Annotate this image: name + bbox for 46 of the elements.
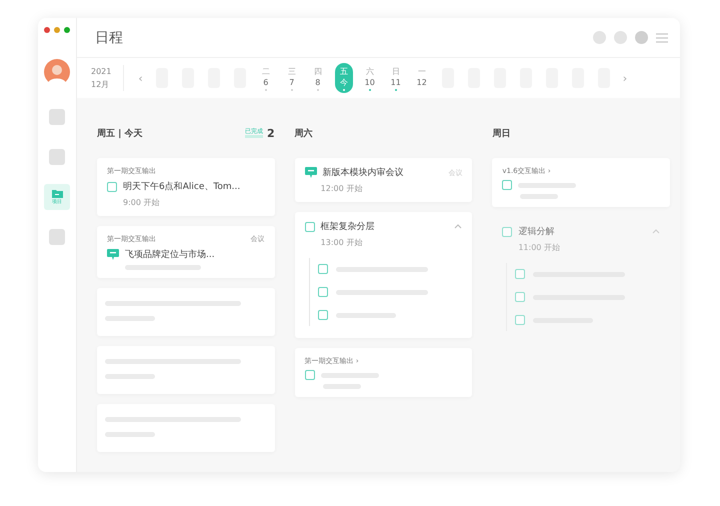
checkbox[interactable] bbox=[304, 222, 315, 232]
sidebar-item[interactable] bbox=[49, 229, 65, 245]
column-title: 周日 bbox=[492, 128, 510, 140]
start-time: 9:00 开始 bbox=[122, 197, 161, 208]
month-label: 12月 bbox=[91, 79, 110, 91]
done-count: 2 bbox=[267, 126, 275, 140]
toolbar-button[interactable] bbox=[614, 31, 627, 44]
start-time: 13:00 开始 bbox=[320, 237, 364, 248]
start-time: 11:00 开始 bbox=[517, 242, 561, 253]
checkbox[interactable] bbox=[318, 264, 328, 274]
chat-icon bbox=[107, 249, 119, 260]
avatar-icon bbox=[44, 59, 70, 85]
date-item[interactable]: 四 8 bbox=[308, 63, 327, 93]
date-item[interactable]: 三 7 bbox=[282, 63, 301, 93]
start-time: 12:00 开始 bbox=[320, 183, 364, 194]
window-title: 日程 bbox=[95, 28, 123, 46]
menu-icon bbox=[656, 32, 668, 42]
checkbox[interactable] bbox=[318, 287, 328, 297]
checkbox[interactable] bbox=[304, 370, 315, 380]
folder-icon bbox=[52, 189, 62, 198]
date-item[interactable]: 六 10 bbox=[360, 63, 379, 93]
checkbox[interactable] bbox=[502, 180, 512, 190]
toolbar-button[interactable] bbox=[593, 31, 606, 44]
meeting-title: 飞项品牌定位与市场... bbox=[125, 248, 215, 261]
toolbar-button[interactable] bbox=[635, 31, 648, 44]
task-card[interactable]: 逻辑分解 11:00 开始 bbox=[492, 217, 670, 343]
task-title: 明天下午6点和Alice、Tom... bbox=[123, 180, 240, 193]
date-item[interactable]: 日 11 bbox=[386, 63, 405, 93]
task-card[interactable]: 框架复杂分层 13:00 开始 bbox=[294, 212, 472, 338]
sidebar-item[interactable] bbox=[49, 149, 65, 165]
checkbox[interactable] bbox=[107, 182, 117, 192]
column-title: 周五 | 今天 bbox=[97, 128, 143, 140]
checkbox[interactable] bbox=[515, 315, 526, 325]
sidebar-item[interactable] bbox=[49, 109, 65, 125]
task-title: 逻辑分解 bbox=[518, 226, 556, 238]
task-title: 框架复杂分层 bbox=[320, 220, 376, 233]
checkbox[interactable] bbox=[318, 310, 328, 320]
checkbox[interactable] bbox=[502, 226, 512, 236]
chat-icon bbox=[304, 167, 317, 178]
checkbox[interactable] bbox=[515, 292, 526, 302]
meeting-title: 新版本模块内审会议 bbox=[322, 166, 405, 179]
year-label: 2021 bbox=[91, 66, 112, 78]
date-item[interactable]: 一 12 bbox=[412, 63, 431, 93]
date-item[interactable]: 二 6 bbox=[256, 63, 275, 93]
checkbox[interactable] bbox=[515, 269, 526, 279]
column-title: 周六 bbox=[294, 127, 313, 140]
